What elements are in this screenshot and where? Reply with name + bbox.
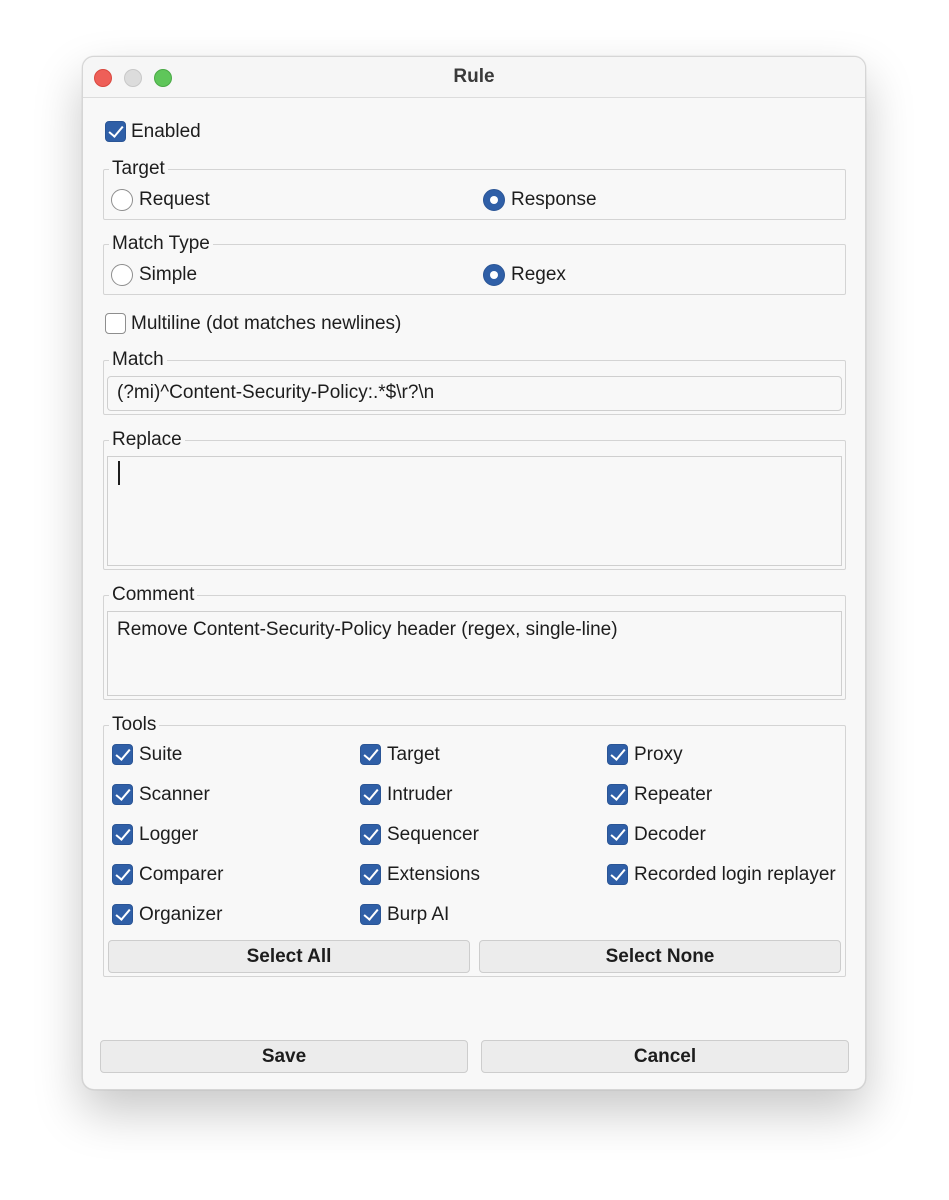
target-response-radio[interactable]	[483, 189, 505, 211]
tool-recorded-login-replayer-label: Recorded login replayer	[634, 864, 836, 885]
tool-comparer-checkbox[interactable]	[112, 864, 133, 885]
tool-repeater-label: Repeater	[634, 784, 713, 805]
title-bar: Rule	[83, 57, 865, 98]
tool-sequencer-checkbox[interactable]	[360, 824, 381, 845]
enabled-label: Enabled	[131, 121, 201, 142]
tool-intruder-label: Intruder	[387, 784, 453, 805]
match-type-regex-radio[interactable]	[483, 264, 505, 286]
tool-proxy-label: Proxy	[634, 744, 683, 765]
cancel-button[interactable]: Cancel	[481, 1040, 849, 1073]
target-request-label: Request	[139, 189, 210, 210]
match-type-legend: Match Type	[109, 233, 213, 255]
rule-dialog: Rule Enabled Target Request Response Mat…	[82, 56, 866, 1090]
tools-legend: Tools	[109, 714, 160, 736]
tool-comparer-label: Comparer	[139, 864, 224, 885]
enabled-checkbox[interactable]	[105, 121, 126, 142]
tool-repeater-checkbox[interactable]	[607, 784, 628, 805]
multiline-checkbox[interactable]	[105, 313, 126, 334]
comment-legend: Comment	[109, 584, 198, 606]
match-type-simple-label: Simple	[139, 264, 198, 285]
tool-suite-checkbox[interactable]	[112, 744, 133, 765]
target-response-label: Response	[511, 189, 597, 210]
tool-organizer-checkbox[interactable]	[112, 904, 133, 925]
tool-proxy-checkbox[interactable]	[607, 744, 628, 765]
tool-burp-ai-checkbox[interactable]	[360, 904, 381, 925]
tool-scanner-label: Scanner	[139, 784, 210, 805]
tool-logger-label: Logger	[139, 824, 199, 845]
tool-burp-ai-label: Burp AI	[387, 904, 450, 925]
tool-logger-checkbox[interactable]	[112, 824, 133, 845]
match-input[interactable]: (?mi)^Content-Security-Policy:.*$\r?\n	[107, 376, 842, 411]
tool-organizer-label: Organizer	[139, 904, 223, 925]
tool-extensions-checkbox[interactable]	[360, 864, 381, 885]
match-type-simple-radio[interactable]	[111, 264, 133, 286]
tool-extensions-label: Extensions	[387, 864, 480, 885]
select-none-button[interactable]: Select None	[479, 940, 841, 973]
tool-scanner-checkbox[interactable]	[112, 784, 133, 805]
tool-recorded-login-replayer-checkbox[interactable]	[607, 864, 628, 885]
multiline-label: Multiline (dot matches newlines)	[131, 313, 402, 334]
target-legend: Target	[109, 158, 168, 180]
save-button[interactable]: Save	[100, 1040, 468, 1073]
text-caret	[118, 461, 120, 485]
match-legend: Match	[109, 349, 167, 371]
tool-decoder-checkbox[interactable]	[607, 824, 628, 845]
tool-suite-label: Suite	[139, 744, 183, 765]
replace-textarea[interactable]	[107, 456, 842, 566]
match-type-regex-label: Regex	[511, 264, 566, 285]
match-type-group	[103, 244, 846, 295]
target-request-radio[interactable]	[111, 189, 133, 211]
target-group	[103, 169, 846, 220]
tool-target-label: Target	[387, 744, 440, 765]
window-title: Rule	[453, 66, 495, 87]
tool-intruder-checkbox[interactable]	[360, 784, 381, 805]
comment-textarea[interactable]: Remove Content-Security-Policy header (r…	[107, 611, 842, 696]
tool-decoder-label: Decoder	[634, 824, 706, 845]
select-all-button[interactable]: Select All	[108, 940, 470, 973]
replace-legend: Replace	[109, 429, 185, 451]
tool-target-checkbox[interactable]	[360, 744, 381, 765]
tool-sequencer-label: Sequencer	[387, 824, 479, 845]
